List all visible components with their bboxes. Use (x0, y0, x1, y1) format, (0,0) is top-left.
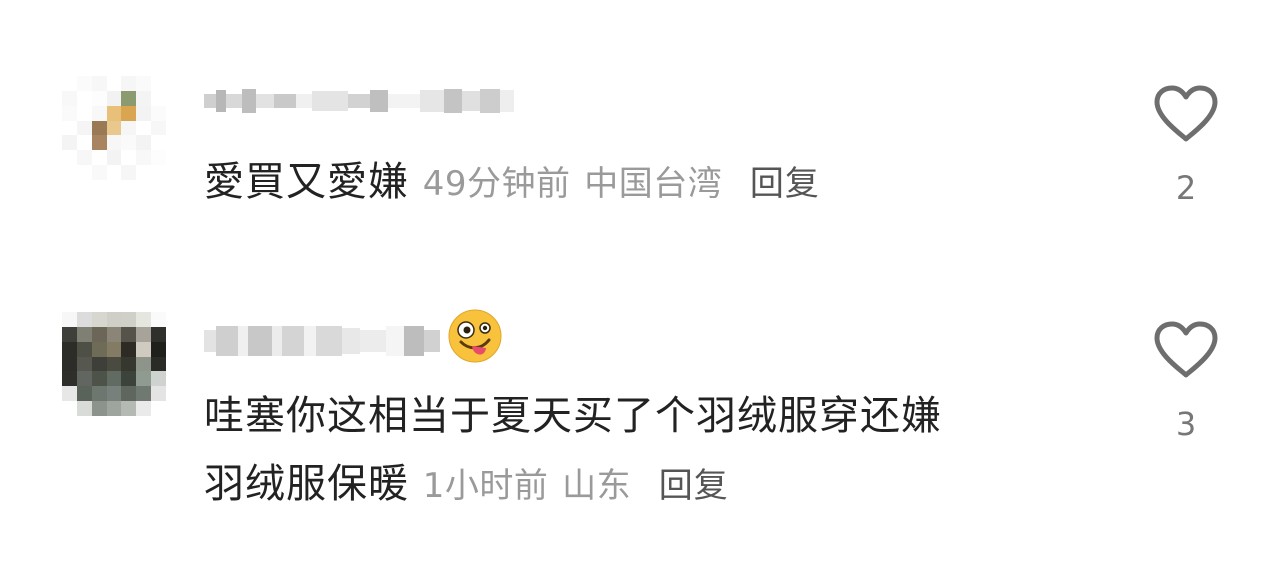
comment-text-line: 羽绒服保暖 1小时前 山东 回复 (204, 460, 729, 510)
comment-text-line: 哇塞你这相当于夏天买了个羽绒服穿还嫌 (204, 392, 942, 440)
comment-time: 1小时前 (422, 466, 549, 506)
comment-item: 哇塞你这相当于夏天买了个羽绒服穿还嫌 羽绒服保暖 1小时前 山东 回复 3 (0, 296, 1272, 526)
username[interactable] (204, 324, 440, 358)
username[interactable] (204, 84, 514, 118)
like-count: 3 (1175, 405, 1197, 443)
zany-face-emoji (448, 309, 502, 363)
avatar[interactable] (62, 312, 166, 416)
avatar[interactable] (62, 76, 166, 180)
comment-location: 中国台湾 (584, 164, 723, 204)
comment-text-line: 愛買又愛嫌 49分钟前 中国台湾 回复 (204, 158, 820, 208)
comment-location: 山东 (562, 466, 632, 506)
like-area: 2 (1150, 84, 1222, 206)
reply-button[interactable]: 回复 (659, 466, 729, 506)
like-count: 2 (1175, 169, 1197, 207)
comment-item: 愛買又愛嫌 49分钟前 中国台湾 回复 2 (0, 60, 1272, 230)
like-area: 3 (1150, 320, 1222, 442)
comment-time: 49分钟前 (422, 164, 571, 204)
comment-text: 愛買又愛嫌 (204, 159, 409, 205)
comment-text: 羽绒服保暖 (204, 461, 409, 507)
reply-button[interactable]: 回复 (750, 164, 820, 204)
comment-text: 哇塞你这相当于夏天买了个羽绒服穿还嫌 (204, 393, 942, 439)
heart-outline-icon[interactable] (1152, 320, 1220, 380)
heart-outline-icon[interactable] (1152, 84, 1220, 144)
